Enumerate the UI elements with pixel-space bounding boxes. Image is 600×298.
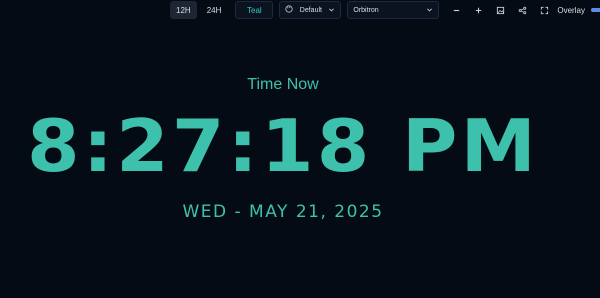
clock-date: WED - MAY 21, 2025 <box>182 202 384 222</box>
clock-label: Time Now <box>247 76 319 93</box>
clock-time: 8:27:18 PM <box>27 104 539 188</box>
clock-display: Time Now 8:27:18 PM WED - MAY 21, 2025 <box>0 0 600 298</box>
